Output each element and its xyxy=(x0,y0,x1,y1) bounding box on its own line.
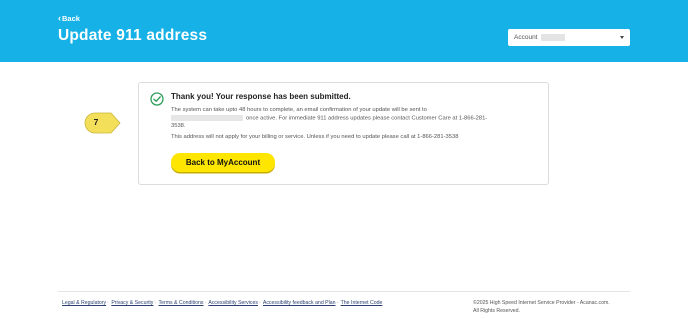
footer-links: Legal & Regulatory· Privacy & Security· … xyxy=(62,300,382,306)
copyright: ©2025 High Speed Internet Service Provid… xyxy=(473,300,610,315)
confirmation-text-line4: This address will not apply for your bil… xyxy=(171,134,459,140)
footer-link-privacy[interactable]: Privacy & Security xyxy=(111,300,153,306)
back-link-label: Back xyxy=(62,14,80,23)
footer-link-terms[interactable]: Terms & Conditions xyxy=(159,300,204,306)
copyright-line1: ©2025 High Speed Internet Service Provid… xyxy=(473,300,610,306)
account-select[interactable]: Account xyxy=(508,29,630,46)
footer-separator: · xyxy=(258,300,261,306)
footer-separator: · xyxy=(204,300,207,306)
confirmation-heading: Thank you! Your response has been submit… xyxy=(171,92,351,101)
redacted-email xyxy=(171,115,243,121)
chevron-left-icon: ‹ xyxy=(58,13,61,23)
footer-link-accessibility-services[interactable]: Accessibility Services xyxy=(208,300,258,306)
confirmation-text-line3: 3538. xyxy=(171,123,186,129)
footer-separator: · xyxy=(154,300,157,306)
confirmation-text-line1: The system can take upto 48 hours to com… xyxy=(171,107,427,113)
footer-separator: · xyxy=(107,300,109,306)
footer-separator: · xyxy=(336,300,339,306)
back-to-myaccount-button[interactable]: Back to MyAccount xyxy=(171,153,275,172)
back-link[interactable]: ‹Back xyxy=(58,13,80,23)
account-select-label: Account xyxy=(514,34,538,41)
footer-link-internet-code[interactable]: The Internet Code xyxy=(341,300,383,306)
confirmation-text-line2: once active. For immediate 911 address u… xyxy=(171,115,487,122)
step-marker-label: 7 xyxy=(93,117,99,127)
caret-down-icon xyxy=(620,36,624,39)
header-bar: ‹Back Update 911 address Account xyxy=(0,0,688,62)
footer-divider xyxy=(58,291,630,292)
footer-link-accessibility-feedback[interactable]: Accessibility feedback and Plan xyxy=(263,300,336,306)
page-title: Update 911 address xyxy=(58,27,208,44)
footer-link-legal[interactable]: Legal & Regulatory xyxy=(62,300,106,306)
confirmation-text-line2-content: once active. For immediate 911 address u… xyxy=(246,115,488,122)
check-circle-icon xyxy=(150,92,164,106)
copyright-line2: All Rights Reserved. xyxy=(473,307,520,314)
account-redacted-value xyxy=(540,33,565,41)
